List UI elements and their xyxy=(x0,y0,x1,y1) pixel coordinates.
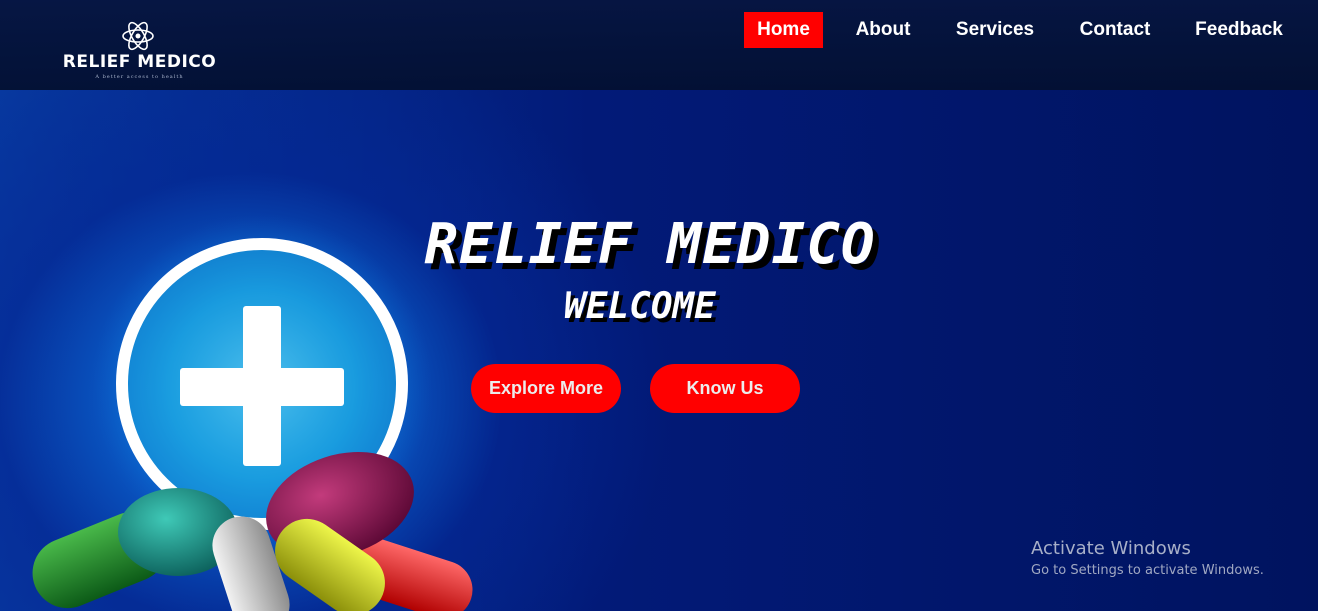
hero-title: RELIEF MEDICO xyxy=(424,212,876,277)
brand-name: RELIEF MEDICO xyxy=(62,52,217,72)
watermark-title: Activate Windows xyxy=(1031,538,1191,559)
activate-windows-watermark: Activate Windows Go to Settings to activ… xyxy=(1031,538,1311,578)
watermark-subtitle: Go to Settings to activate Windows. xyxy=(1031,563,1264,578)
hero-subtitle: WELCOME xyxy=(564,286,716,327)
nav-services[interactable]: Services xyxy=(948,12,1042,48)
atom-logo-icon xyxy=(122,21,154,51)
nav-contact[interactable]: Contact xyxy=(1071,12,1159,48)
know-us-button[interactable]: Know Us xyxy=(650,364,800,413)
nav-about[interactable]: About xyxy=(846,12,920,48)
explore-more-button[interactable]: Explore More xyxy=(471,364,621,413)
brand-tagline: A better access to health xyxy=(95,74,184,80)
nav-feedback[interactable]: Feedback xyxy=(1186,12,1292,48)
brand-logo[interactable]: RELIEF MEDICO A better access to health xyxy=(57,20,222,84)
nav-home[interactable]: Home xyxy=(744,12,823,48)
